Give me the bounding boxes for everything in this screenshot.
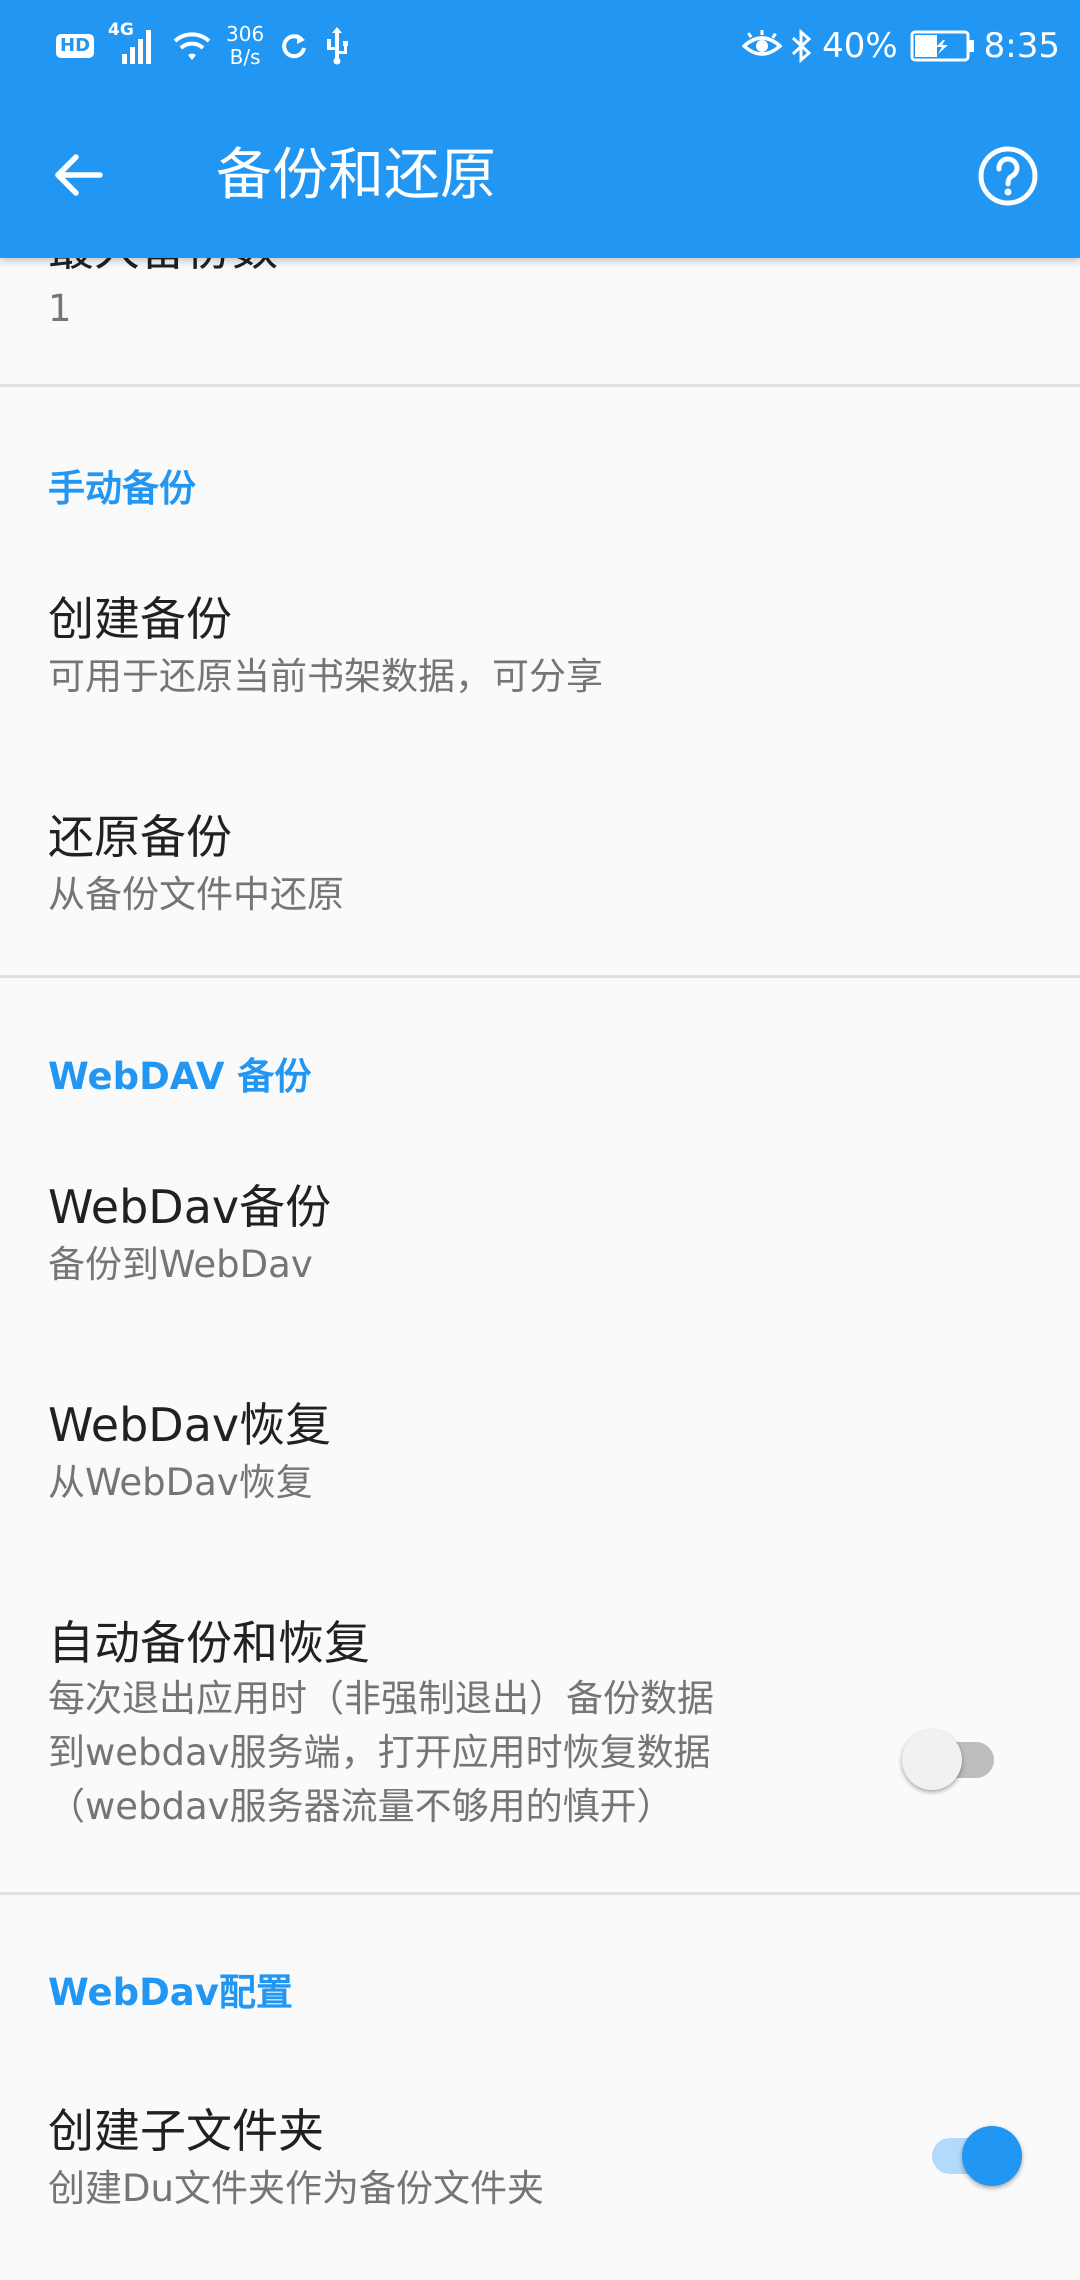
help-circle-icon	[978, 146, 1038, 206]
status-bar: HD 4G 306 B/s 40% 8:35	[0, 0, 1080, 92]
toolbar: 备份和还原	[0, 92, 1080, 258]
battery-charging-icon	[910, 30, 976, 62]
divider	[0, 975, 1080, 978]
switch-thumb	[902, 1730, 962, 1790]
battery-percent: 40%	[822, 26, 898, 66]
restore-backup-summary: 从备份文件中还原	[48, 873, 344, 916]
signal-icon: 4G	[108, 20, 158, 66]
settings-list[interactable]: 最大备份数 1 手动备份 创建备份 可用于还原当前书架数据，可分享 还原备份 从…	[0, 0, 1080, 2280]
category-webdav-backup: WebDAV 备份	[48, 1055, 312, 1098]
bluetooth-icon	[790, 27, 814, 65]
webdav-restore-summary: 从WebDav恢复	[48, 1461, 313, 1504]
clock: 8:35	[983, 26, 1060, 66]
webdav-backup-title: WebDav备份	[48, 1180, 332, 1234]
webdav-restore-item[interactable]: WebDav恢复 从WebDav恢复	[0, 1374, 1080, 1584]
back-button[interactable]	[42, 139, 114, 211]
help-button[interactable]	[972, 140, 1044, 212]
create-backup-title: 创建备份	[48, 592, 232, 646]
create-subfolder-title: 创建子文件夹	[48, 2104, 324, 2158]
eye-comfort-icon	[741, 30, 783, 62]
create-subfolder-switch[interactable]	[922, 2124, 1022, 2188]
auto-backup-item[interactable]: 自动备份和恢复 每次退出应用时（非强制退出）备份数据 到webdav服务端，打开…	[0, 1592, 1080, 1892]
arrow-back-icon	[55, 154, 103, 196]
page-title: 备份和还原	[216, 143, 496, 208]
restore-backup-title: 还原备份	[48, 810, 232, 864]
create-subfolder-item[interactable]: 创建子文件夹 创建Du文件夹作为备份文件夹	[0, 2080, 1080, 2280]
restore-backup-item[interactable]: 还原备份 从备份文件中还原	[0, 786, 1080, 976]
webdav-restore-title: WebDav恢复	[48, 1398, 332, 1452]
category-webdav-config: WebDav配置	[48, 1971, 293, 2014]
speed-unit: B/s	[229, 45, 261, 69]
status-bar-right: 40% 8:35	[741, 18, 1060, 74]
wifi-icon	[172, 29, 212, 63]
divider	[0, 1892, 1080, 1895]
switch-thumb	[962, 2126, 1022, 2186]
auto-backup-summary: 每次退出应用时（非强制退出）备份数据 到webdav服务端，打开应用时恢复数据 …	[48, 1677, 714, 1828]
app-bar: HD 4G 306 B/s 40% 8:35 备份和还原	[0, 0, 1080, 258]
sync-icon	[278, 30, 310, 62]
create-backup-summary: 可用于还原当前书架数据，可分享	[48, 655, 603, 698]
auto-backup-title: 自动备份和恢复	[48, 1616, 370, 1670]
create-backup-item[interactable]: 创建备份 可用于还原当前书架数据，可分享	[0, 568, 1080, 778]
webdav-backup-summary: 备份到WebDav	[48, 1243, 313, 1286]
hd-badge: HD	[56, 34, 95, 58]
webdav-backup-item[interactable]: WebDav备份 备份到WebDav	[0, 1156, 1080, 1366]
usb-icon	[324, 27, 350, 65]
category-manual-backup: 手动备份	[48, 467, 196, 510]
max-backups-value: 1	[48, 287, 72, 330]
speed-value: 306	[226, 22, 265, 46]
divider	[0, 384, 1080, 387]
auto-backup-switch[interactable]	[902, 1728, 1002, 1792]
create-subfolder-summary: 创建Du文件夹作为备份文件夹	[48, 2167, 544, 2210]
status-bar-left: HD 4G 306 B/s	[56, 18, 350, 74]
network-speed: 306 B/s	[226, 23, 264, 69]
